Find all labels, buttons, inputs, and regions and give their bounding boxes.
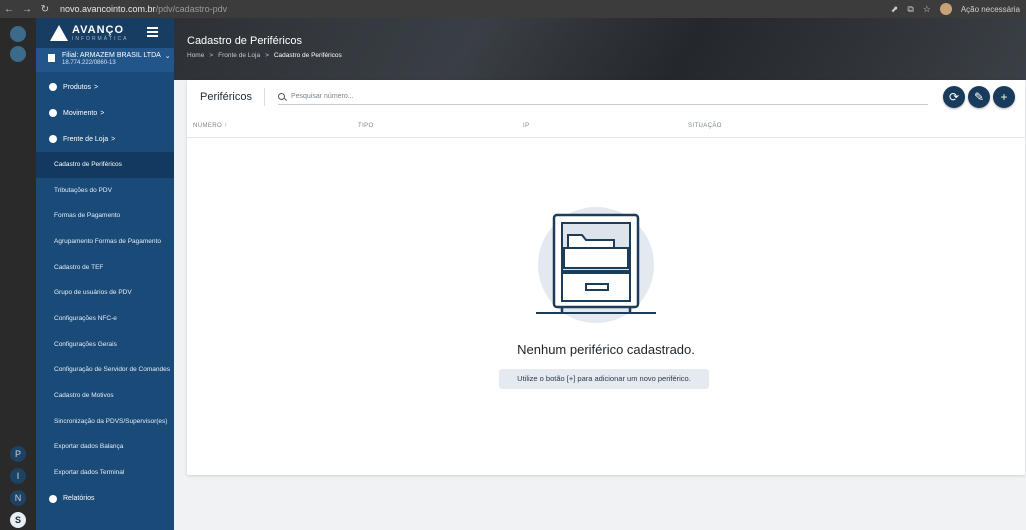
cloud-icon[interactable] [10, 46, 26, 62]
box-icon [49, 83, 57, 91]
main-content: Cadastro de Periféricos Home > Fronte de… [174, 18, 1026, 530]
sidebar-sub-exportar-terminal[interactable]: Exportar dados Terminal [36, 460, 174, 486]
sidebar-sub-tributacoes[interactable]: Tributações do PDV [36, 178, 174, 204]
breadcrumb-separator: > [265, 52, 269, 59]
header-banner [174, 18, 1026, 80]
table-header: NÚMERO ↑ TIPO IP SITUAÇÃO [187, 114, 1025, 138]
url-host: novo.avancointo.com.br [60, 4, 156, 14]
perifericos-card: Periféricos Pesquisar número... ⟳ ✎ + NÚ… [187, 80, 1025, 475]
star-icon[interactable]: ☆ [923, 4, 931, 15]
share-icon[interactable]: ⬈ [891, 4, 899, 15]
sidebar-sub-nfce[interactable]: Configurações NFC-e [36, 306, 174, 332]
chevron-down-icon: > [111, 135, 116, 143]
sidebar-item-label: Movimento [63, 109, 98, 117]
sidebar-sub-cadastro-perifericos[interactable]: Cadastro de Periféricos [36, 152, 174, 178]
column-tipo[interactable]: TIPO [358, 123, 374, 129]
translate-icon[interactable]: ⧉ [907, 4, 913, 15]
wrench-icon: ✎ [973, 90, 985, 104]
sidebar-sub-config-gerais[interactable]: Configurações Gerais [36, 332, 174, 358]
sidebar-item-label: Relatórios [63, 495, 95, 503]
sidebar-sub-exportar-balanca[interactable]: Exportar dados Balança [36, 435, 174, 461]
sidebar-item-relatorios[interactable]: Relatórios [36, 486, 174, 512]
column-ip[interactable]: IP [523, 123, 529, 129]
sidebar-sub-motivos[interactable]: Cadastro de Motivos [36, 383, 174, 409]
empty-cabinet-illustration [536, 207, 656, 323]
search-field[interactable]: Pesquisar número... [277, 89, 928, 105]
sort-asc-icon: ↑ [224, 122, 228, 129]
filial-doc: 18.774.222/0860-13 [62, 60, 116, 66]
clock-icon [49, 109, 57, 117]
sidebar-item-frente-de-loja[interactable]: Frente de Loja > [36, 126, 174, 152]
chevron-down-icon: ⌄ [164, 53, 171, 60]
gear-icon [49, 135, 57, 143]
add-button[interactable]: + [993, 86, 1015, 108]
sidebar-sub-servidor-comandes[interactable]: Configuração de Servidor de Comandes [36, 358, 174, 384]
plus-icon: + [1000, 90, 1008, 104]
rail-letter-n[interactable]: N [10, 490, 26, 506]
logo-mark-icon [50, 25, 68, 41]
search-icon [277, 93, 285, 100]
brand-subtitle: INFORMÁTICA [72, 36, 129, 42]
sidebar-menu: Produtos > Movimento > Frente de Loja > Cad… [36, 74, 174, 512]
chart-icon [49, 494, 57, 503]
folder-front [563, 247, 629, 269]
sidebar-item-produtos[interactable]: Produtos > [36, 74, 174, 100]
empty-state-title: Nenhum periférico cadastrado. [517, 342, 695, 357]
forward-icon[interactable]: → [18, 4, 36, 15]
profile-avatar[interactable] [939, 3, 952, 15]
sidebar-item-label: Produtos [63, 83, 92, 91]
app-rail: P I N S [0, 18, 36, 530]
rail-letter-p[interactable]: P [10, 446, 26, 462]
sidebar-sub-grupo-usuarios[interactable]: Grupo de usuários de PDV [36, 280, 174, 306]
action-needed-button[interactable]: Ação necessária [961, 5, 1020, 14]
filial-name: Filial: ARMAZEM BRASIL LTDA [62, 52, 161, 59]
breadcrumb-frente-loja[interactable]: Fronte de Loja [218, 52, 260, 59]
page-title: Cadastro de Periféricos [187, 35, 302, 47]
browser-toolbar: ← → ↻ novo.avancointo.com.br/pdv/cadastr… [0, 0, 1026, 18]
refresh-button[interactable]: ⟳ [943, 86, 965, 108]
sidebar-sub-tef[interactable]: Cadastro de TEF [36, 255, 174, 281]
refresh-icon: ⟳ [948, 90, 960, 104]
chevron-right-icon: > [94, 83, 99, 91]
breadcrumb-current: Cadastro de Periféricos [273, 52, 342, 59]
building-icon [48, 54, 55, 62]
breadcrumb-home[interactable]: Home [187, 52, 204, 59]
address-bar[interactable]: novo.avancointo.com.br/pdv/cadastro-pdv [60, 4, 891, 14]
user-icon[interactable] [10, 26, 26, 42]
empty-state-hint: Utilize o botão [+] para adicionar um no… [499, 369, 709, 389]
url-path: /pdv/cadastro-pdv [155, 4, 228, 14]
sidebar-sub-sincronizacao[interactable]: Sincronização da PDVS/Supervisor(es) [36, 409, 174, 435]
filial-selector[interactable]: Filial: ARMAZEM BRASIL LTDA ⌄ 18.774.222/… [36, 48, 174, 72]
brand-name: AVANÇO [72, 24, 125, 36]
menu-toggle-icon[interactable] [147, 27, 158, 37]
column-label: NÚMERO [193, 122, 223, 129]
chevron-right-icon: > [100, 109, 105, 117]
card-header: Periféricos Pesquisar número... ⟳ ✎ + [187, 80, 1025, 114]
sidebar-item-label: Frente de Loja [63, 135, 109, 143]
search-placeholder: Pesquisar número... [290, 93, 354, 100]
sidebar-sub-agrupamento[interactable]: Agrupamento Formas de Pagamento [36, 229, 174, 255]
card-title: Periféricos [200, 88, 265, 106]
breadcrumb-separator: > [209, 52, 214, 59]
sidebar: AVANÇO INFORMÁTICA Filial: ARMAZEM BRASI… [36, 18, 174, 530]
drawer-handle [585, 283, 609, 291]
rail-letter-i[interactable]: I [10, 468, 26, 484]
breadcrumb: Home > Fronte de Loja > Cadastro de Peri… [187, 52, 342, 59]
action-buttons: ⟳ ✎ + [943, 86, 1015, 108]
logo: AVANÇO INFORMÁTICA [36, 18, 174, 48]
reload-icon[interactable]: ↻ [36, 4, 54, 15]
column-situacao[interactable]: SITUAÇÃO [688, 123, 722, 129]
settings-button[interactable]: ✎ [968, 86, 990, 108]
sidebar-item-movimento[interactable]: Movimento > [36, 100, 174, 126]
back-icon[interactable]: ← [0, 4, 18, 15]
sidebar-sub-formas-pagamento[interactable]: Formas de Pagamento [36, 203, 174, 229]
rail-letter-s[interactable]: S [10, 512, 26, 528]
column-numero[interactable]: NÚMERO ↑ [193, 123, 228, 129]
